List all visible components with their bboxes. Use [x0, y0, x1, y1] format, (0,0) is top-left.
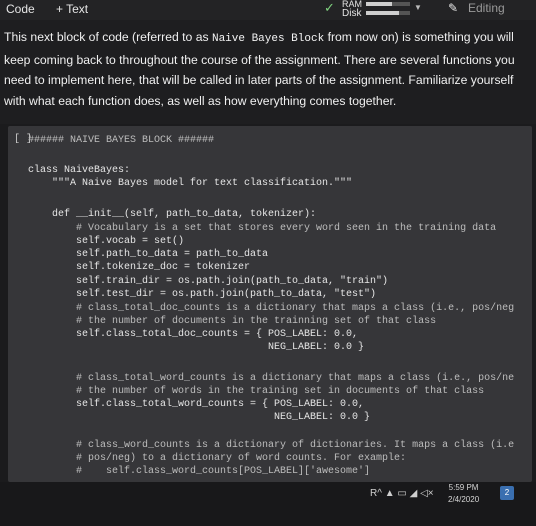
add-text-button[interactable]: + Text [56, 2, 88, 16]
code-line: # class_word_counts is a dictionary of d… [28, 440, 515, 451]
text-cell-content: This next block of code (referred to as … [4, 30, 515, 108]
code-line: NEG_LABEL: 0.0 } [28, 342, 365, 353]
clock-time: 5:59 PM [448, 483, 479, 492]
windows-taskbar: R^ ▲ ▭ ◢ ◁× 5:59 PM 2/4/2020 2 [0, 482, 536, 526]
pencil-icon: ✎ [448, 1, 459, 15]
code-line: # class_total_word_counts is a dictionar… [28, 373, 515, 384]
code-line: """A Naive Bayes model for text classifi… [28, 178, 353, 189]
system-tray[interactable]: R^ ▲ ▭ ◢ ◁× [370, 488, 434, 499]
notebook-toolbar: Code + Text ✓ RAM Disk ▼ ✎ Editing [0, 0, 536, 20]
editing-mode-label[interactable]: Editing [468, 1, 505, 15]
code-line: # pos/neg) to a dictionary of word count… [28, 453, 407, 464]
text-cell[interactable]: This next block of code (referred to as … [0, 20, 536, 124]
code-line: # class_total_doc_counts is a dictionary… [28, 303, 515, 314]
code-line: # the number of documents in the trainni… [28, 316, 437, 327]
code-line: self.class_total_doc_counts = { POS_LABE… [28, 329, 359, 340]
taskbar-clock[interactable]: 5:59 PM 2/4/2020 [448, 482, 479, 506]
notification-badge[interactable]: 2 [500, 486, 514, 500]
code-line: self.train_dir = os.path.join(path_to_da… [28, 276, 389, 287]
inline-code: Naive Bayes Block [211, 33, 325, 45]
add-code-button[interactable]: Code [6, 2, 35, 16]
code-line: # the number of words in the training se… [28, 386, 485, 397]
code-line: self.class_total_word_counts = { POS_LAB… [28, 399, 365, 410]
code-line: # Vocabulary is a set that stores every … [28, 223, 497, 234]
code-cell[interactable]: [ ] ###### NAIVE BAYES BLOCK ###### class… [8, 126, 532, 482]
ram-usage-bar [366, 2, 410, 6]
disk-label: Disk [342, 8, 362, 19]
code-line: NEG_LABEL: 0.0 } [28, 412, 371, 423]
clock-date: 2/4/2020 [448, 495, 480, 504]
code-line: self.path_to_data = path_to_data [28, 249, 269, 260]
code-line: ###### NAIVE BAYES BLOCK ###### [28, 135, 215, 146]
disk-usage-bar [366, 11, 410, 15]
chevron-down-icon[interactable]: ▼ [414, 3, 422, 12]
connected-check-icon: ✓ [324, 0, 335, 15]
code-line: self.tokenize_doc = tokenizer [28, 262, 251, 273]
code-line: self.test_dir = os.path.join(path_to_dat… [28, 289, 377, 300]
code-line: # self.class_word_counts[POS_LABEL]['awe… [28, 466, 371, 477]
code-line: self.vocab = set() [28, 236, 185, 247]
code-line: class NaiveBayes: [28, 165, 131, 176]
code-line: def __init__(self, path_to_data, tokeniz… [28, 209, 317, 220]
ram-disk-indicator[interactable]: RAM Disk [342, 0, 422, 20]
